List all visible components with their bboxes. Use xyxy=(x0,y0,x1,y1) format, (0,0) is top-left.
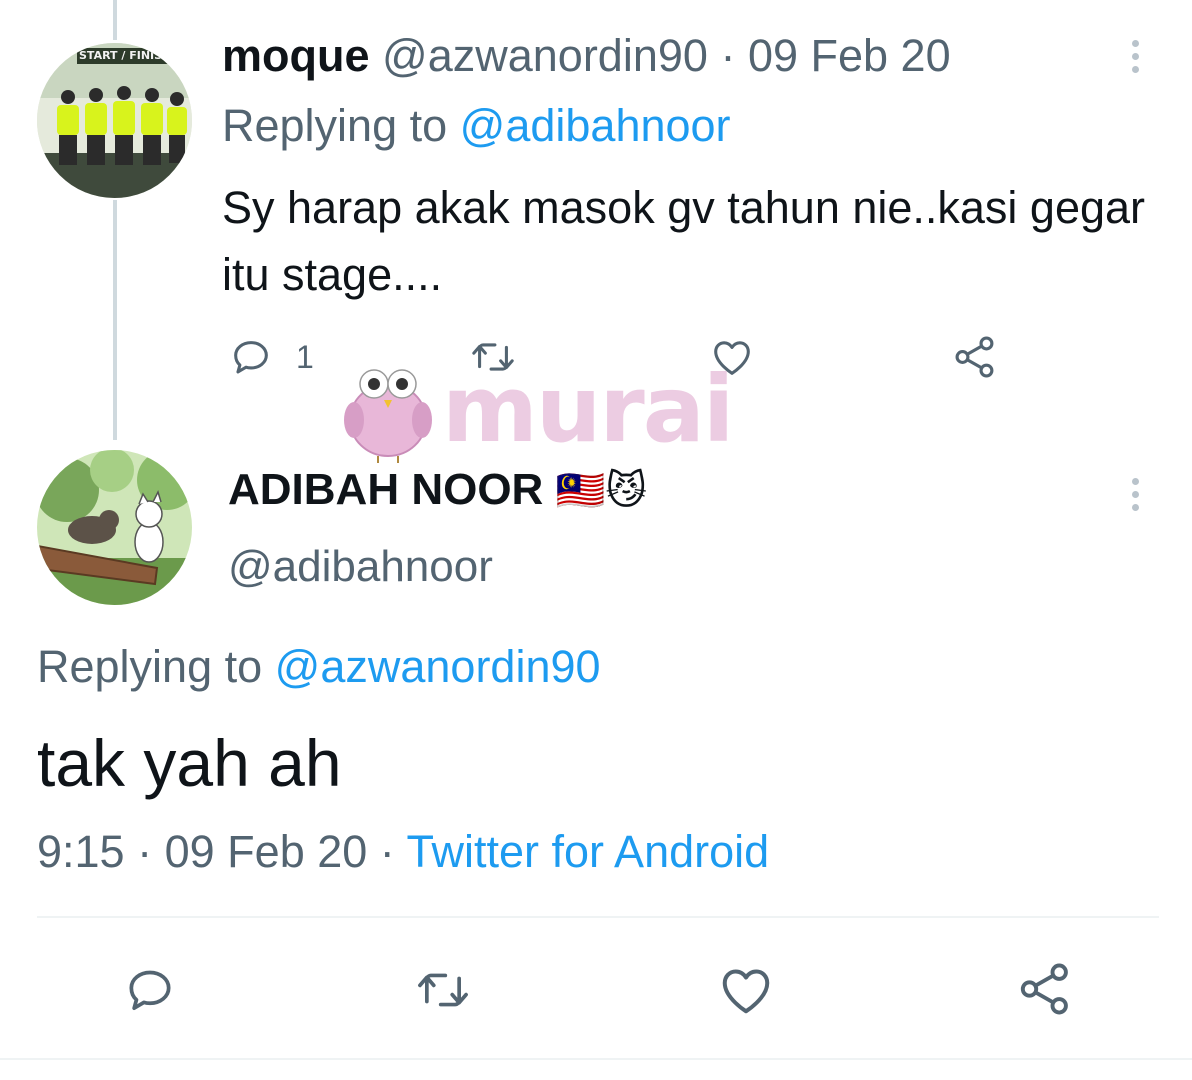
tweet-meta: 9:15 · 09 Feb 20 · Twitter for Android xyxy=(37,825,769,879)
separator-dot: · xyxy=(137,826,153,877)
separator-dot: · xyxy=(379,826,395,877)
reply-button[interactable]: 1 xyxy=(228,334,314,380)
name-emojis: 🇲🇾😼 xyxy=(555,469,648,513)
reply-icon xyxy=(129,970,171,1011)
reply-header: moque @azwanordin90 · 09 Feb 20 xyxy=(222,30,951,82)
avatar-photo xyxy=(37,43,192,198)
replying-to-label: Replying to xyxy=(37,641,263,692)
reply-count: 1 xyxy=(296,338,314,375)
tweet-text: Sy harap akak masok gv tahun nie..kasi g… xyxy=(222,182,1146,300)
user-handle[interactable]: @adibahnoor xyxy=(228,540,493,594)
owl-mascot-icon xyxy=(344,369,432,463)
avatar[interactable] xyxy=(37,450,192,605)
retweet-icon xyxy=(418,973,468,1007)
display-name[interactable]: moque xyxy=(222,30,370,81)
author-name[interactable]: ADIBAH NOOR 🇲🇾😼 xyxy=(228,462,647,519)
retweet-button[interactable] xyxy=(413,962,473,1018)
replying-to: Replying to @adibahnoor xyxy=(222,100,731,152)
share-button[interactable] xyxy=(1014,958,1076,1020)
share-icon xyxy=(1020,963,1068,1015)
share-button[interactable] xyxy=(950,332,1000,382)
avatar-banner-text: START / FINISH xyxy=(79,49,172,62)
like-button[interactable] xyxy=(716,960,776,1020)
more-icon[interactable] xyxy=(1130,40,1140,79)
like-icon xyxy=(722,969,770,1014)
avatar-cartoon xyxy=(37,450,192,605)
tweet-date[interactable]: 09 Feb 20 xyxy=(748,30,951,81)
thread-line-bottom xyxy=(113,200,117,440)
divider xyxy=(37,916,1159,918)
user-handle[interactable]: @azwanordin90 xyxy=(382,30,708,81)
reply-icon xyxy=(234,341,268,374)
watermark-text: murai xyxy=(442,356,734,463)
avatar[interactable]: START / FINISH xyxy=(37,43,192,198)
replying-to: Replying to @azwanordin90 xyxy=(37,640,601,694)
watermark-logo: murai xyxy=(338,360,758,465)
replying-to-label: Replying to xyxy=(222,100,448,151)
more-icon[interactable] xyxy=(1130,478,1140,517)
thread-line-top xyxy=(113,0,117,40)
tweet-source[interactable]: Twitter for Android xyxy=(407,826,770,877)
separator-dot: · xyxy=(720,30,736,81)
display-name: ADIBAH NOOR xyxy=(228,465,544,514)
bottom-divider xyxy=(0,1058,1192,1060)
tweet-date[interactable]: 09 Feb 20 xyxy=(165,826,368,877)
replying-to-handle[interactable]: @adibahnoor xyxy=(460,100,731,151)
tweet-text: tak yah ah xyxy=(37,726,342,800)
reply-button[interactable] xyxy=(122,962,178,1018)
tweet-time[interactable]: 9:15 xyxy=(37,826,125,877)
replying-to-handle[interactable]: @azwanordin90 xyxy=(275,641,601,692)
share-icon xyxy=(955,336,994,378)
